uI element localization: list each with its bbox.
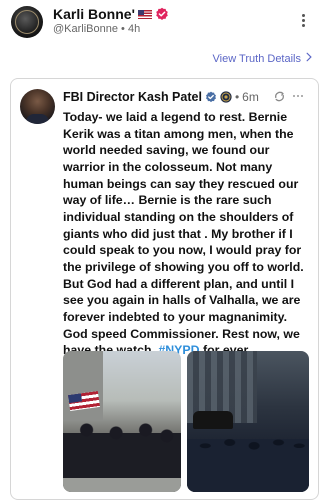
more-dot	[301, 95, 303, 97]
more-icon[interactable]	[302, 14, 306, 30]
quoted-more-icon[interactable]	[293, 95, 303, 97]
quoted-post-card[interactable]: FBI Director Kash Patel • 6m Today- we l…	[10, 78, 319, 500]
more-dot	[302, 19, 305, 22]
verified-icon	[155, 7, 169, 21]
fbi-seal-icon	[220, 91, 232, 103]
author-handle-line: @KarliBonne • 4h	[53, 23, 140, 35]
chevron-right-icon	[306, 52, 312, 65]
author-avatar[interactable]	[11, 6, 43, 38]
avatar-shirt	[26, 114, 49, 124]
photo-street	[63, 478, 181, 492]
separator-dot: •	[121, 23, 128, 35]
author-handle[interactable]: @KarliBonne	[53, 23, 118, 35]
more-dot	[302, 24, 305, 27]
author-name[interactable]: Karli Bonne'	[53, 6, 169, 22]
quoted-post-body: Today- we laid a legend to rest. Bernie …	[63, 109, 311, 359]
photo-pallbearers	[63, 418, 181, 478]
us-flag-icon	[137, 9, 152, 19]
photo-police-salute[interactable]	[187, 351, 309, 492]
quoted-author-avatar[interactable]	[20, 89, 55, 124]
view-truth-details-link[interactable]: View Truth Details	[213, 52, 312, 65]
view-truth-details-label: View Truth Details	[212, 52, 301, 65]
more-dot	[293, 95, 295, 97]
photo-grid	[63, 351, 309, 492]
photo-officers	[187, 426, 309, 492]
photo-funeral-procession[interactable]	[63, 351, 181, 492]
post-time: 4h	[127, 23, 141, 35]
more-dot	[297, 95, 299, 97]
verified-icon	[205, 91, 217, 103]
avatar-ring	[15, 10, 39, 34]
quoted-post-time: 6m	[242, 90, 259, 104]
quoted-post-text: Today- we laid a legend to rest. Bernie …	[63, 110, 304, 357]
author-name-text: Karli Bonne'	[53, 6, 135, 22]
quoted-post-header: FBI Director Kash Patel • 6m	[63, 89, 259, 105]
quoted-author-name[interactable]: FBI Director Kash Patel	[63, 90, 202, 104]
quoted-post-time-prefix: •	[234, 90, 240, 104]
more-dot	[302, 14, 305, 17]
repost-icon[interactable]	[273, 90, 286, 103]
photo-building	[63, 351, 103, 421]
